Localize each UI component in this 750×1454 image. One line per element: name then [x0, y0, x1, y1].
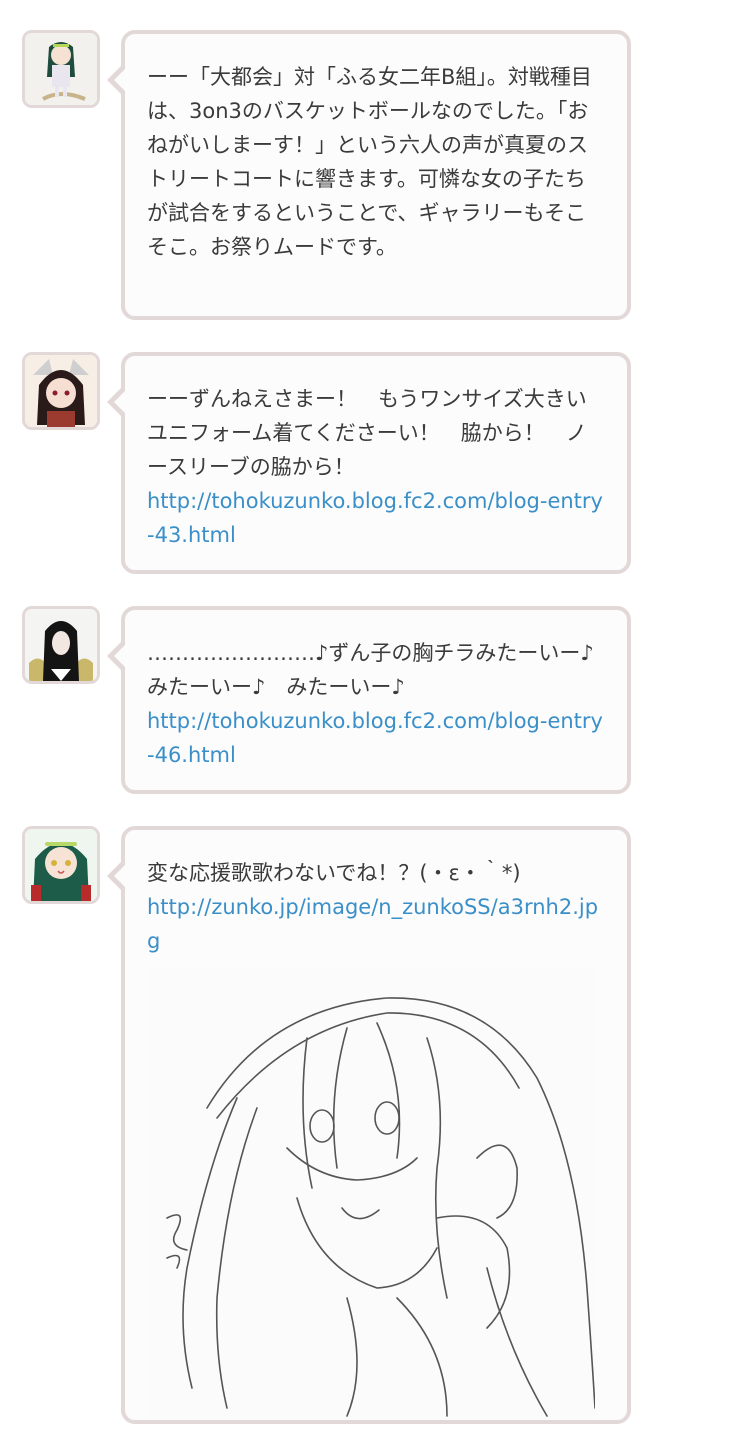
message-text: ……………………♪ずん子の胸チラみたーいー♪ みたーいー♪ みたーいー♪	[147, 641, 615, 699]
character-avatar-icon	[25, 355, 97, 427]
message-text: 変な応援歌歌わないでね！？(・ε・｀*)	[147, 861, 521, 885]
message-bubble: 変な応援歌歌わないでね！？(・ε・｀*) http://zunko.jp/ima…	[107, 826, 631, 1424]
avatar[interactable]	[22, 826, 100, 904]
message-link[interactable]: http://tohokuzunko.blog.fc2.com/blog-ent…	[147, 704, 605, 772]
message-bubble: ーーずんねえさまー！ もうワンサイズ大きいユニフォーム着てくださーい！ 脇から！…	[107, 352, 631, 574]
message-link[interactable]: http://tohokuzunko.blog.fc2.com/blog-ent…	[147, 484, 605, 552]
character-sketch-image[interactable]	[147, 968, 595, 1420]
avatar[interactable]	[22, 30, 100, 108]
avatar[interactable]	[22, 606, 100, 684]
character-avatar-icon	[25, 33, 97, 105]
message-link[interactable]: http://zunko.jp/image/n_zunkoSS/a3rnh2.j…	[147, 890, 605, 958]
message-bubble: ーー「大都会」対「ふる女二年B組」。対戦種目は、3on3のバスケットボールなので…	[107, 30, 631, 320]
avatar[interactable]	[22, 352, 100, 430]
message-text: ーーずんねえさまー！ もうワンサイズ大きいユニフォーム着てくださーい！ 脇から！…	[147, 387, 587, 479]
character-avatar-icon	[25, 829, 97, 901]
message-bubble: ……………………♪ずん子の胸チラみたーいー♪ みたーいー♪ みたーいー♪ htt…	[107, 606, 631, 794]
message-text: ーー「大都会」対「ふる女二年B組」。対戦種目は、3on3のバスケットボールなので…	[147, 65, 592, 259]
character-avatar-icon	[25, 609, 97, 681]
